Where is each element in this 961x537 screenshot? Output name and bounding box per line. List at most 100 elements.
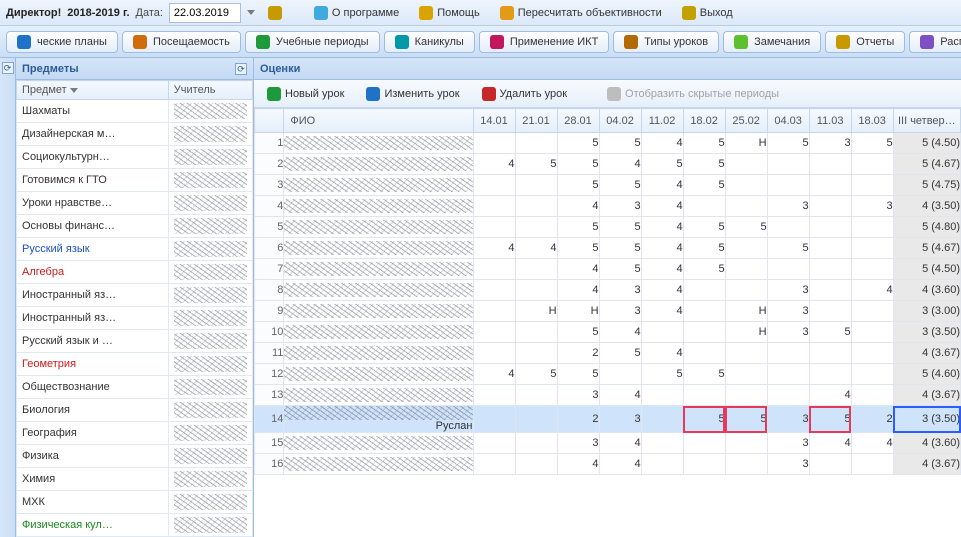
grade-cell[interactable] — [473, 433, 515, 454]
grade-cell[interactable] — [851, 301, 893, 322]
grade-cell[interactable]: 4 — [599, 154, 641, 175]
grade-cell[interactable]: 4 — [557, 454, 599, 475]
grade-cell[interactable]: 5 — [515, 364, 557, 385]
tab-schedule[interactable]: Расписание — [909, 31, 961, 53]
grade-cell[interactable] — [683, 433, 725, 454]
tab-lesson-types[interactable]: Типы уроков — [613, 31, 719, 53]
col-date-14.01[interactable]: 14.01 — [473, 109, 515, 133]
grade-cell[interactable] — [515, 433, 557, 454]
grade-cell[interactable] — [515, 217, 557, 238]
grade-cell[interactable]: 4 — [557, 196, 599, 217]
grade-cell[interactable]: 5 — [557, 133, 599, 154]
grade-cell[interactable]: 4 — [641, 175, 683, 196]
grade-cell[interactable] — [641, 406, 683, 433]
grade-cell[interactable] — [725, 364, 767, 385]
grade-cell[interactable]: 4 — [473, 238, 515, 259]
date-picker-button[interactable] — [261, 2, 289, 24]
grade-cell[interactable]: 4 — [641, 217, 683, 238]
grade-cell[interactable] — [809, 343, 851, 364]
grade-cell[interactable]: 2 — [557, 406, 599, 433]
subject-row[interactable]: Русский язык — [17, 238, 253, 261]
grade-cell[interactable]: 5 — [809, 322, 851, 343]
refresh-button-left[interactable]: ⟳ — [2, 62, 14, 74]
grade-cell[interactable] — [683, 343, 725, 364]
grade-cell[interactable]: Н — [725, 301, 767, 322]
grade-cell[interactable] — [473, 259, 515, 280]
col-date-11.03[interactable]: 11.03 — [809, 109, 851, 133]
subject-row[interactable]: Иностранный яз… — [17, 307, 253, 330]
grade-cell[interactable] — [515, 385, 557, 406]
subject-row[interactable]: Геометрия — [17, 353, 253, 376]
grade-cell[interactable]: 5 — [599, 343, 641, 364]
subject-row[interactable]: Иностранный яз… — [17, 284, 253, 307]
grade-cell[interactable] — [515, 133, 557, 154]
grade-cell[interactable]: 5 — [557, 217, 599, 238]
grade-cell[interactable]: 5 — [767, 133, 809, 154]
date-dropdown-icon[interactable] — [247, 10, 255, 15]
term-avg-cell[interactable]: 5 (4.67) — [893, 238, 960, 259]
grades-grid-wrap[interactable]: ФИО14.0121.0128.0104.0211.0218.0225.0204… — [254, 108, 961, 537]
grade-cell[interactable] — [725, 238, 767, 259]
delete-lesson-button[interactable]: Удалить урок — [475, 83, 574, 105]
grade-cell[interactable]: 3 — [557, 385, 599, 406]
grade-row[interactable]: 12455555 (4.60) — [255, 364, 961, 385]
grade-row[interactable]: 15545Н5355 (4.50) — [255, 133, 961, 154]
grade-cell[interactable] — [473, 217, 515, 238]
grade-cell[interactable] — [809, 154, 851, 175]
grade-cell[interactable]: 5 — [767, 238, 809, 259]
subject-row[interactable]: География — [17, 422, 253, 445]
grade-cell[interactable]: 5 — [599, 259, 641, 280]
grade-cell[interactable] — [515, 280, 557, 301]
grade-cell[interactable]: 5 — [557, 154, 599, 175]
grade-cell[interactable]: 5 — [725, 406, 767, 433]
grade-cell[interactable] — [851, 343, 893, 364]
help-button[interactable]: Помощь — [412, 2, 487, 24]
grade-row[interactable]: 133444 (3.67) — [255, 385, 961, 406]
edit-lesson-button[interactable]: Изменить урок — [359, 83, 466, 105]
new-lesson-button[interactable]: Новый урок — [260, 83, 351, 105]
grade-cell[interactable] — [851, 364, 893, 385]
grade-cell[interactable]: 4 — [599, 454, 641, 475]
grade-cell[interactable] — [725, 175, 767, 196]
grade-cell[interactable] — [851, 175, 893, 196]
tab-plans[interactable]: ческие планы — [6, 31, 118, 53]
grade-cell[interactable] — [851, 454, 893, 475]
grade-cell[interactable]: 4 — [641, 301, 683, 322]
grade-cell[interactable]: 4 — [515, 238, 557, 259]
grade-cell[interactable] — [473, 454, 515, 475]
term-avg-cell[interactable]: 5 (4.67) — [893, 154, 960, 175]
term-avg-cell[interactable]: 4 (3.67) — [893, 385, 960, 406]
grade-cell[interactable]: 5 — [641, 154, 683, 175]
grade-cell[interactable]: Н — [725, 322, 767, 343]
grade-cell[interactable]: 5 — [557, 322, 599, 343]
grade-cell[interactable]: 3 — [599, 301, 641, 322]
grade-cell[interactable] — [767, 259, 809, 280]
grade-cell[interactable] — [767, 364, 809, 385]
grade-cell[interactable] — [515, 175, 557, 196]
grade-cell[interactable]: 5 — [683, 406, 725, 433]
grade-row[interactable]: 5554555 (4.80) — [255, 217, 961, 238]
subject-row[interactable]: Социокультурн… — [17, 146, 253, 169]
col-date-18.02[interactable]: 18.02 — [683, 109, 725, 133]
grade-row[interactable]: 9НН34Н33 (3.00) — [255, 301, 961, 322]
subject-row[interactable]: Физика — [17, 445, 253, 468]
grade-cell[interactable]: 5 — [683, 154, 725, 175]
grade-cell[interactable]: 5 — [683, 133, 725, 154]
refresh-button-subjects[interactable]: ⟳ — [235, 63, 247, 75]
grade-cell[interactable]: 3 — [599, 280, 641, 301]
grade-cell[interactable] — [851, 217, 893, 238]
grade-cell[interactable] — [641, 433, 683, 454]
tab-holidays[interactable]: Каникулы — [384, 31, 475, 53]
grade-cell[interactable] — [851, 322, 893, 343]
grade-cell[interactable]: 3 — [767, 454, 809, 475]
grade-cell[interactable] — [725, 154, 767, 175]
grade-cell[interactable]: 4 — [599, 433, 641, 454]
grade-cell[interactable] — [473, 133, 515, 154]
grade-cell[interactable]: 5 — [557, 175, 599, 196]
grade-cell[interactable] — [473, 196, 515, 217]
grade-cell[interactable]: 4 — [641, 259, 683, 280]
grade-cell[interactable] — [641, 385, 683, 406]
grade-cell[interactable]: 5 — [725, 217, 767, 238]
grade-cell[interactable] — [725, 433, 767, 454]
grade-cell[interactable] — [683, 280, 725, 301]
